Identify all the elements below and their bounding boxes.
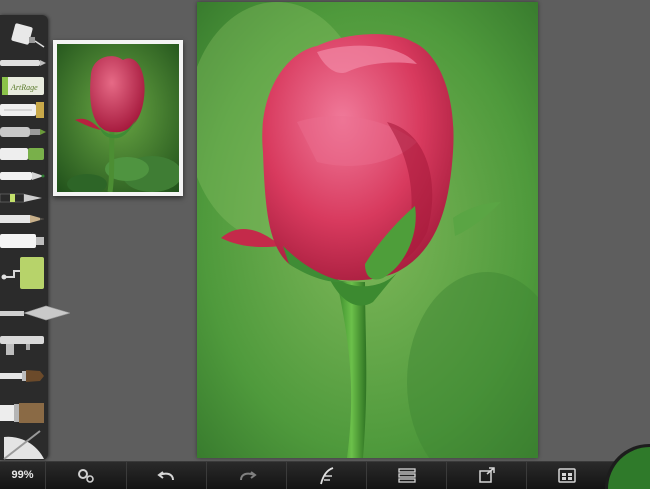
felt-pen-icon (0, 172, 45, 180)
paint-roller-icon (1, 257, 44, 289)
bottom-toolbar: 99% (0, 447, 650, 489)
airbrush-icon (0, 127, 46, 137)
paint-roller-tool[interactable] (0, 255, 48, 291)
palette-knife-icon (0, 305, 70, 321)
wide-brush-icon (0, 403, 44, 423)
undo-button[interactable] (126, 462, 207, 489)
eraser-fan-icon (3, 430, 44, 460)
redo-arrow-icon (240, 471, 257, 481)
ink-pen-tool[interactable] (0, 189, 48, 207)
tool-rail: ArtRage (0, 15, 70, 461)
crayon-label: ArtRage (10, 83, 38, 92)
marker-icon (0, 148, 44, 160)
pencil-thin-icon (0, 60, 46, 66)
zoom-level[interactable]: 99% (0, 462, 45, 489)
layers-icon (398, 468, 416, 483)
eraser-fan-tool[interactable] (0, 429, 48, 461)
flat-brush-tool[interactable] (0, 365, 48, 387)
knife-tube-tool[interactable] (0, 101, 48, 119)
marker-tool[interactable] (0, 145, 48, 163)
wide-brush-tool[interactable] (0, 401, 48, 425)
gallery-button[interactable] (526, 462, 607, 489)
painting-canvas[interactable] (197, 2, 538, 458)
thin-pencil-tool[interactable] (0, 55, 48, 71)
felt-pen-tool[interactable] (0, 167, 48, 185)
paint-tube-icon (0, 234, 44, 248)
reference-photo (57, 44, 179, 192)
spray-gun-tool[interactable] (0, 333, 48, 357)
tool-settings-icon (320, 467, 334, 485)
pencil-tool[interactable] (0, 211, 48, 227)
gallery-menu-icon (558, 468, 576, 483)
glue-tube-icon (11, 23, 45, 48)
tool-settings-button[interactable] (286, 462, 367, 489)
crayon-tool[interactable]: ArtRage (0, 75, 48, 97)
ink-pen-icon (0, 193, 42, 203)
undo-arrow-icon (157, 471, 174, 481)
spray-gun-icon (0, 336, 44, 355)
palette-knife-tube-icon (0, 102, 44, 118)
share-export-icon (479, 467, 495, 483)
settings-gear-icon (78, 469, 94, 483)
color-picker-button[interactable] (608, 447, 650, 489)
rose-painting (197, 2, 538, 458)
layers-button[interactable] (366, 462, 447, 489)
share-button[interactable] (446, 462, 527, 489)
artrage-crayon-icon: ArtRage (2, 77, 44, 95)
airbrush-tool[interactable] (0, 123, 48, 141)
settings-button[interactable] (45, 462, 126, 489)
reference-image[interactable] (53, 40, 183, 196)
flat-brush-icon (0, 370, 44, 382)
pencil-icon (0, 215, 44, 223)
palette-knife-tool[interactable] (0, 305, 70, 321)
paint-tube-tool[interactable] (0, 231, 48, 251)
redo-button[interactable] (206, 462, 287, 489)
glue-tube-tool[interactable] (0, 21, 48, 49)
